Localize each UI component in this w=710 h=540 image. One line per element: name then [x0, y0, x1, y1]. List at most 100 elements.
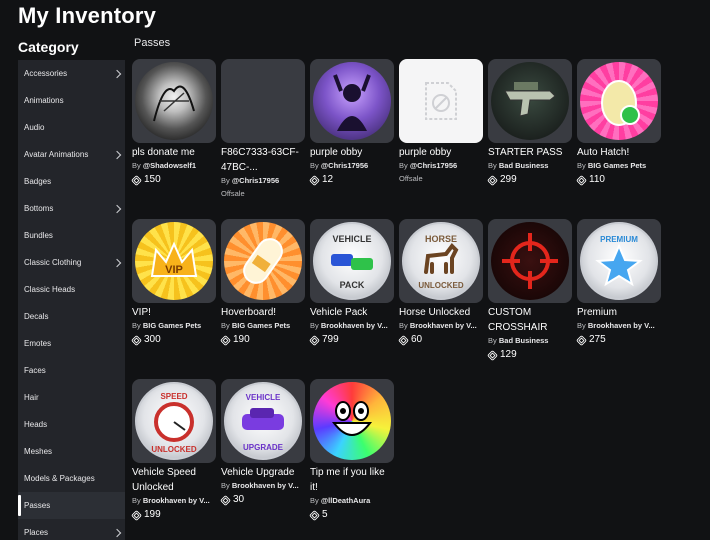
item-creator[interactable]: Brookhaven by V... [321, 321, 388, 330]
category-heading: Category [18, 39, 79, 55]
item-thumbnail[interactable] [488, 59, 572, 143]
item-thumbnail[interactable] [399, 59, 483, 143]
sidebar-item-places[interactable]: Places [18, 519, 125, 540]
item-creator[interactable]: BIG Games Pets [143, 321, 201, 330]
item-thumbnail[interactable] [221, 219, 305, 303]
chevron-right-icon [112, 150, 122, 159]
item-card[interactable]: STARTER PASS By Bad Business 299 [487, 59, 572, 187]
item-name[interactable]: purple obby [310, 145, 394, 160]
item-thumbnail[interactable]: VEHICLE PACK [310, 219, 394, 303]
item-card[interactable]: Auto Hatch! By BIG Games Pets 110 [576, 59, 661, 187]
item-card[interactable]: purple obby By @Chris17956 12 [309, 59, 394, 187]
item-thumbnail[interactable] [577, 59, 661, 143]
item-name[interactable]: VIP! [132, 305, 216, 320]
item-name[interactable]: Hoverboard! [221, 305, 305, 320]
svg-text:HORSE: HORSE [425, 234, 457, 244]
item-card[interactable]: VEHICLE UPGRADE Vehicle Upgrade By Brookh… [220, 379, 305, 507]
chevron-right-icon [112, 204, 122, 213]
item-card[interactable]: purple obby By @Chris17956 Offsale [399, 59, 483, 185]
sidebar-item-badges[interactable]: Badges [18, 168, 125, 195]
item-card[interactable]: F86C7333-63CF-47BC-... By @Chris17956 Of… [221, 59, 305, 200]
item-creator[interactable]: @llDeathAura [321, 496, 370, 505]
sidebar-item-classic-clothing[interactable]: Classic Clothing [18, 249, 125, 276]
item-card[interactable]: VEHICLE PACK Vehicle Pack By Brookhaven b… [309, 219, 394, 347]
sidebar-item-hair[interactable]: Hair [18, 384, 125, 411]
item-creator[interactable]: Bad Business [499, 336, 549, 345]
item-thumbnail[interactable] [310, 379, 394, 463]
robux-icon [131, 174, 142, 186]
item-name[interactable]: Tip me if you like it! [310, 465, 394, 495]
item-creator[interactable]: Brookhaven by V... [143, 496, 210, 505]
item-price: 60 [398, 333, 483, 347]
item-name[interactable]: STARTER PASS [488, 145, 572, 160]
sidebar-item-decals[interactable]: Decals [18, 303, 125, 330]
page-title: My Inventory [18, 3, 157, 28]
sidebar-item-classic-heads[interactable]: Classic Heads [18, 276, 125, 303]
item-creator[interactable]: @Chris17956 [232, 176, 279, 185]
robux-icon [309, 334, 320, 346]
sidebar-item-audio[interactable]: Audio [18, 114, 125, 141]
svg-text:VEHICLE: VEHICLE [332, 234, 371, 244]
item-card[interactable]: pls donate me By @Shadowself1 150 [131, 59, 216, 187]
sidebar-item-meshes[interactable]: Meshes [18, 438, 125, 465]
item-thumbnail[interactable]: HORSE UNLOCKED [399, 219, 483, 303]
item-name[interactable]: F86C7333-63CF-47BC-... [221, 145, 305, 175]
car-icon: VEHICLE UPGRADE [242, 393, 284, 452]
item-card[interactable]: VIP VIP! By BIG Games Pets 300 [131, 219, 216, 347]
sidebar-item-emotes[interactable]: Emotes [18, 330, 125, 357]
sidebar-item-passes[interactable]: Passes [18, 492, 125, 519]
item-card[interactable]: CUSTOM CROSSHAIR By Bad Business 129 [487, 219, 572, 362]
item-creator[interactable]: @Shadowself1 [143, 161, 196, 170]
item-name[interactable]: pls donate me [132, 145, 216, 160]
unavailable-image-icon [425, 82, 457, 120]
item-thumbnail[interactable]: VEHICLE UPGRADE [221, 379, 305, 463]
item-thumbnail[interactable] [221, 59, 305, 143]
svg-text:PACK: PACK [340, 280, 365, 290]
sidebar-item-bottoms[interactable]: Bottoms [18, 195, 125, 222]
item-creator[interactable]: BIG Games Pets [588, 161, 646, 170]
item-thumbnail[interactable] [132, 59, 216, 143]
item-thumbnail[interactable] [310, 59, 394, 143]
item-creator[interactable]: @Chris17956 [321, 161, 368, 170]
item-price: 299 [487, 173, 572, 187]
item-name[interactable]: Vehicle Speed Unlocked [132, 465, 216, 495]
item-creator[interactable]: Brookhaven by V... [232, 481, 299, 490]
item-thumbnail[interactable]: PREMIUM [577, 219, 661, 303]
item-card[interactable]: Tip me if you like it! By @llDeathAura 5 [309, 379, 394, 522]
svg-text:VIP: VIP [165, 264, 183, 276]
hoverboard-icon [243, 238, 283, 284]
item-creator[interactable]: Bad Business [499, 161, 549, 170]
sidebar-item-heads[interactable]: Heads [18, 411, 125, 438]
item-name[interactable]: Vehicle Pack [310, 305, 394, 320]
item-name[interactable]: purple obby [399, 145, 483, 160]
item-card[interactable]: PREMIUM Premium By Brookhaven by V... 27… [576, 219, 661, 347]
star-icon: PREMIUM [595, 235, 643, 287]
item-price: 190 [220, 333, 305, 347]
item-creator[interactable]: Brookhaven by V... [410, 321, 477, 330]
item-name[interactable]: Vehicle Upgrade [221, 465, 305, 480]
svg-text:UPGRADE: UPGRADE [243, 443, 284, 452]
item-thumbnail[interactable]: VIP [132, 219, 216, 303]
item-thumbnail[interactable]: SPEED UNLOCKED [132, 379, 216, 463]
item-name[interactable]: Auto Hatch! [577, 145, 661, 160]
item-creator[interactable]: BIG Games Pets [232, 321, 290, 330]
item-thumbnail[interactable] [488, 219, 572, 303]
item-card[interactable]: SPEED UNLOCKED Vehicle Speed Unlocked By … [131, 379, 216, 522]
sidebar-item-models-packages[interactable]: Models & Packages [18, 465, 125, 492]
chevron-right-icon [112, 69, 122, 78]
item-card[interactable]: Hoverboard! By BIG Games Pets 190 [220, 219, 305, 347]
item-card[interactable]: HORSE UNLOCKED Horse Unlocked By Brookhav… [398, 219, 483, 347]
sidebar-item-faces[interactable]: Faces [18, 357, 125, 384]
sidebar-item-animations[interactable]: Animations [18, 87, 125, 114]
item-name[interactable]: Premium [577, 305, 661, 320]
item-name[interactable]: Horse Unlocked [399, 305, 483, 320]
robux-icon [220, 494, 231, 506]
item-name[interactable]: CUSTOM CROSSHAIR [488, 305, 572, 335]
item-creator[interactable]: Brookhaven by V... [588, 321, 655, 330]
sidebar-item-avatar-animations[interactable]: Avatar Animations [18, 141, 125, 168]
section-label: Passes [134, 37, 171, 49]
svg-text:UNLOCKED: UNLOCKED [418, 281, 464, 290]
sidebar-item-bundles[interactable]: Bundles [18, 222, 125, 249]
sidebar-item-accessories[interactable]: Accessories [18, 60, 125, 87]
item-creator[interactable]: @Chris17956 [410, 161, 457, 170]
